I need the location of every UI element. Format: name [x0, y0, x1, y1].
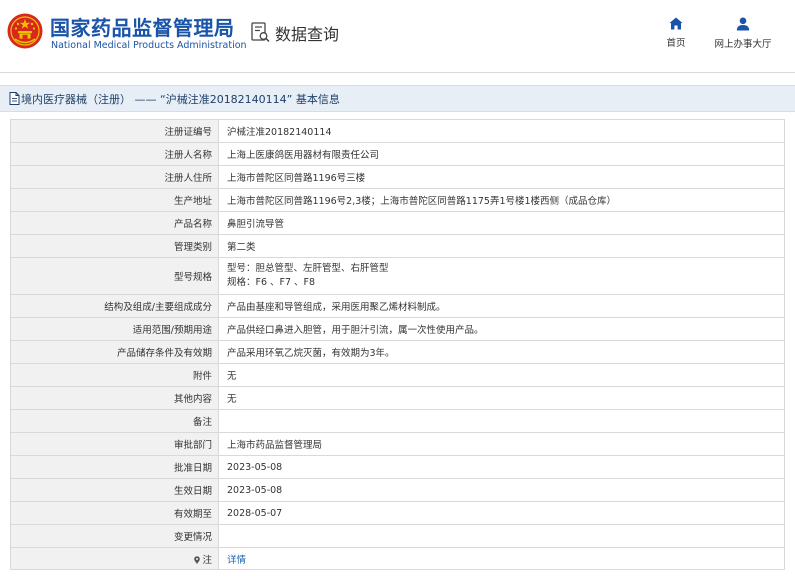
site-header: 国家药品监督管理局 National Medical Products Admi… [0, 0, 795, 70]
table-row: 注册人住所 上海市普陀区同普路1196号三楼 [10, 165, 785, 189]
device-info-table: 注册证编号 沪械注准20182140114 注册人名称 上海上医康鸽医用器材有限… [10, 119, 785, 570]
registrant-label: 注册人名称 [10, 142, 219, 166]
effective-date-label: 生效日期 [10, 478, 219, 502]
nav-home-label: 首页 [666, 38, 686, 49]
nav-online-hall-label: 网上办事大厅 [714, 39, 772, 50]
table-row: 结构及组成/主要组成成分 产品由基座和导管组成，采用医用聚乙烯材料制成。 [10, 294, 785, 318]
storage-label: 产品储存条件及有效期 [10, 340, 219, 364]
category-value: 第二类 [218, 234, 785, 258]
nav-online-hall-link[interactable]: 网上办事大厅 [708, 17, 778, 50]
model-line: 型号：胆总管型、左肝管型、右肝管型 [227, 263, 389, 274]
reg-no-label: 注册证编号 [10, 119, 219, 143]
production-address-label: 生产地址 [10, 188, 219, 212]
model-spec-label: 型号规格 [10, 257, 219, 295]
table-row: 附件 无 [10, 363, 785, 387]
changes-value [218, 524, 785, 548]
registrant-value: 上海上医康鸽医用器材有限责任公司 [218, 142, 785, 166]
registrant-address-value: 上海市普陀区同普路1196号三楼 [218, 165, 785, 189]
scope-label: 适用范围/预期用途 [10, 317, 219, 341]
table-row: 其他内容 无 [10, 386, 785, 410]
production-address-value: 上海市普陀区同普路1196号2,3楼；上海市普陀区同普路1175弄1号楼1楼西侧… [218, 188, 785, 212]
expiry-date-value: 2028-05-07 [218, 501, 785, 525]
reg-no-value: 沪械注准20182140114 [218, 119, 785, 143]
approval-date-value: 2023-05-08 [218, 455, 785, 479]
attachment-value: 无 [218, 363, 785, 387]
expiry-date-label: 有效期至 [10, 501, 219, 525]
approval-dept-value: 上海市药品监督管理局 [218, 432, 785, 456]
approval-date-label: 批准日期 [10, 455, 219, 479]
remarks-label: 备注 [10, 409, 219, 433]
table-row: 生效日期 2023-05-08 [10, 478, 785, 502]
table-row: 注 详情 [10, 547, 785, 570]
attachment-label: 附件 [10, 363, 219, 387]
details-link[interactable]: 详情 [227, 555, 246, 566]
agency-name-en[interactable]: National Medical Products Administration [51, 40, 247, 51]
spec-line: 规格：F6 、F7 、F8 [227, 277, 316, 288]
note-label-cell: 注 [10, 547, 219, 570]
record-title: 境内医疗器械（注册） —— “沪械注准20182140114” 基本信息 [21, 93, 340, 106]
note-value: 详情 [218, 547, 785, 570]
approval-dept-label: 审批部门 [10, 432, 219, 456]
table-row: 审批部门 上海市药品监督管理局 [10, 432, 785, 456]
table-row: 批准日期 2023-05-08 [10, 455, 785, 479]
other-value: 无 [218, 386, 785, 410]
record-title-bar: 境内医疗器械（注册） —— “沪械注准20182140114” 基本信息 [0, 85, 795, 112]
document-icon [9, 92, 20, 105]
data-query-icon [251, 22, 270, 43]
home-icon [669, 17, 683, 30]
remarks-value [218, 409, 785, 433]
storage-value: 产品采用环氧乙烷灭菌，有效期为3年。 [218, 340, 785, 364]
category-label: 管理类别 [10, 234, 219, 258]
table-row: 注册证编号 沪械注准20182140114 [10, 119, 785, 143]
location-pin-icon [194, 555, 201, 564]
header-divider [0, 72, 795, 73]
changes-label: 变更情况 [10, 524, 219, 548]
table-row: 生产地址 上海市普陀区同普路1196号2,3楼；上海市普陀区同普路1175弄1号… [10, 188, 785, 212]
model-spec-value: 型号：胆总管型、左肝管型、右肝管型 规格：F6 、F7 、F8 [218, 257, 785, 295]
national-emblem-icon[interactable] [7, 13, 43, 49]
table-row: 变更情况 [10, 524, 785, 548]
structure-value: 产品由基座和导管组成，采用医用聚乙烯材料制成。 [218, 294, 785, 318]
product-name-label: 产品名称 [10, 211, 219, 235]
registrant-address-label: 注册人住所 [10, 165, 219, 189]
scope-value: 产品供经口鼻进入胆管，用于胆汁引流，属一次性使用产品。 [218, 317, 785, 341]
data-query-title: 数据查询 [275, 25, 340, 44]
table-row: 备注 [10, 409, 785, 433]
table-row: 注册人名称 上海上医康鸽医用器材有限责任公司 [10, 142, 785, 166]
agency-name-cn[interactable]: 国家药品监督管理局 [50, 12, 235, 41]
product-name-value: 鼻胆引流导管 [218, 211, 785, 235]
table-row: 适用范围/预期用途 产品供经口鼻进入胆管，用于胆汁引流，属一次性使用产品。 [10, 317, 785, 341]
table-row: 有效期至 2028-05-07 [10, 501, 785, 525]
structure-label: 结构及组成/主要组成成分 [10, 294, 219, 318]
table-row: 管理类别 第二类 [10, 234, 785, 258]
nav-home-link[interactable]: 首页 [656, 17, 696, 49]
note-label: 注 [202, 554, 212, 566]
user-icon [736, 17, 750, 31]
table-row: 产品名称 鼻胆引流导管 [10, 211, 785, 235]
effective-date-value: 2023-05-08 [218, 478, 785, 502]
other-label: 其他内容 [10, 386, 219, 410]
table-row: 型号规格 型号：胆总管型、左肝管型、右肝管型 规格：F6 、F7 、F8 [10, 257, 785, 295]
table-row: 产品储存条件及有效期 产品采用环氧乙烷灭菌，有效期为3年。 [10, 340, 785, 364]
